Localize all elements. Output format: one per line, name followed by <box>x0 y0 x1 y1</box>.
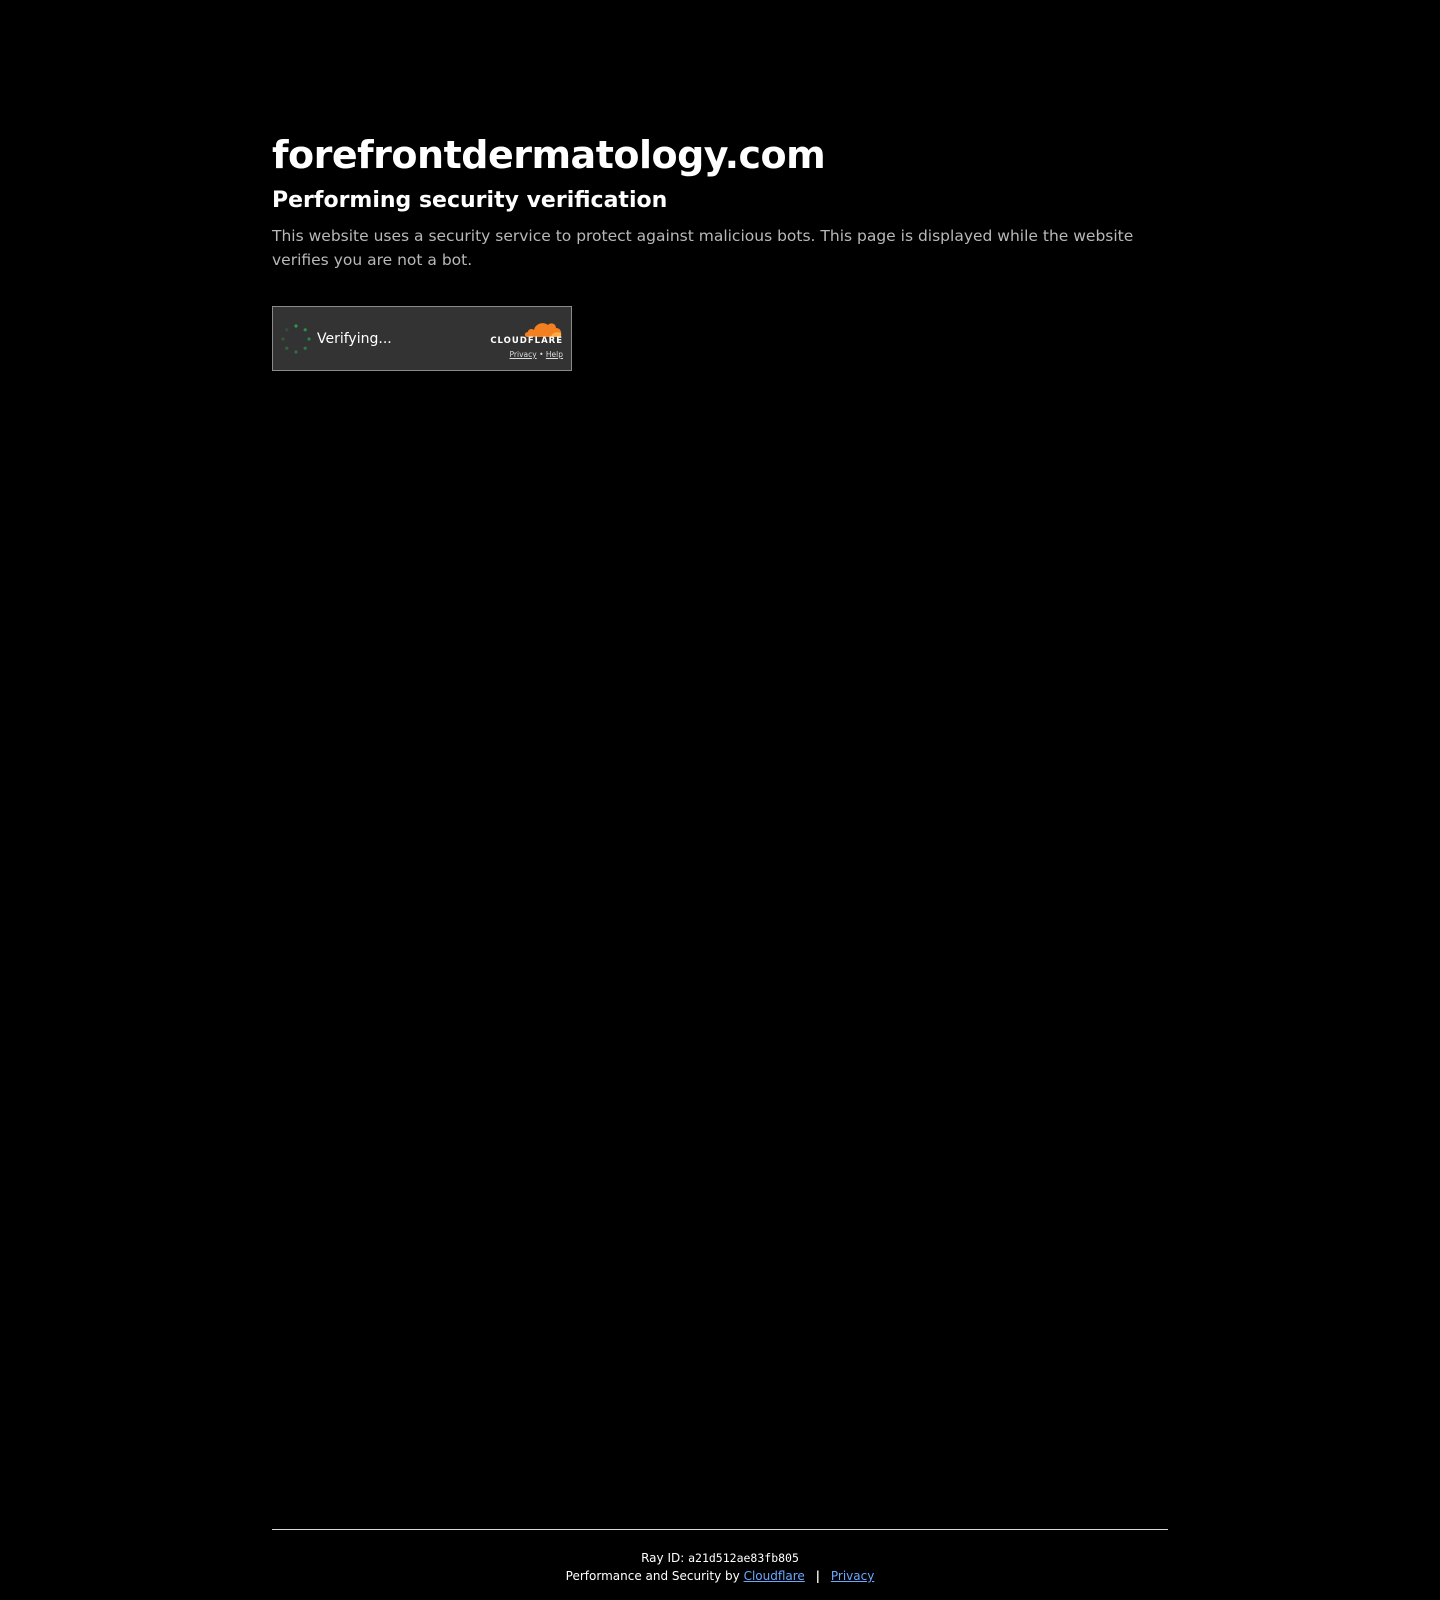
cloudflare-cloud-icon <box>524 323 562 337</box>
performance-line: Performance and Security by Cloudflare |… <box>272 1567 1168 1586</box>
turnstile-widget[interactable]: Verifying... CLOUDFLARE Privacy • Help <box>272 306 572 371</box>
verifying-status: Verifying... <box>317 331 392 347</box>
footer-separator: | <box>815 1569 821 1583</box>
verification-description: This website uses a security service to … <box>272 227 1134 269</box>
challenge-content: forefrontdermatology.com Performing secu… <box>272 128 1168 371</box>
widget-links: Privacy • Help <box>510 350 563 360</box>
widget-privacy-link[interactable]: Privacy <box>510 350 537 359</box>
cloudflare-logo: CLOUDFLARE <box>483 318 563 346</box>
loading-spinner-icon <box>281 324 311 354</box>
ray-id-value: a21d512ae83fb805 <box>688 1551 799 1565</box>
footer-privacy-link[interactable]: Privacy <box>831 1569 874 1583</box>
page-footer: Ray ID: a21d512ae83fb805 Performance and… <box>272 1529 1168 1586</box>
cloudflare-link[interactable]: Cloudflare <box>744 1569 805 1583</box>
widget-link-separator: • <box>539 350 544 359</box>
cloudflare-wordmark: CLOUDFLARE <box>490 336 563 346</box>
widget-help-link[interactable]: Help <box>546 350 563 359</box>
ray-id-label: Ray ID: <box>641 1551 685 1565</box>
site-title: forefrontdermatology.com <box>272 133 826 177</box>
page-subtitle: Performing security verification <box>272 188 668 213</box>
performance-text: Performance and Security by <box>565 1569 740 1583</box>
ray-id-line: Ray ID: a21d512ae83fb805 <box>272 1549 1168 1567</box>
